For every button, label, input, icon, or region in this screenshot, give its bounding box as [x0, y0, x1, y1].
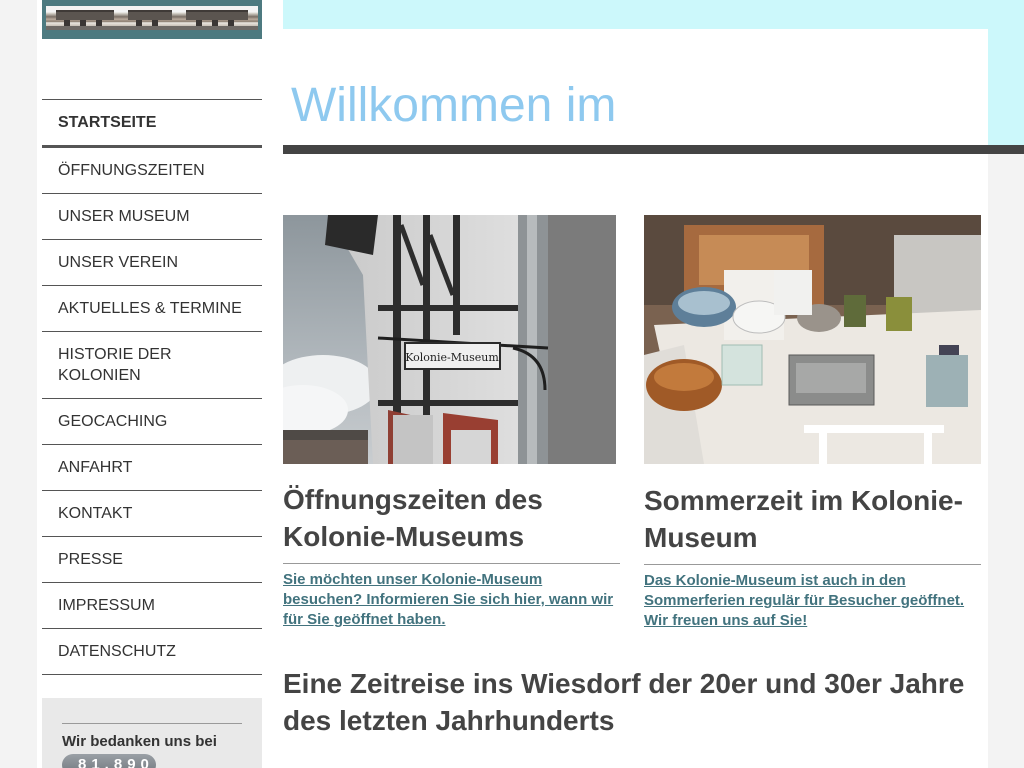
- thanks-text: Wir bedanken uns bei: [62, 733, 217, 750]
- card-summer: Sommerzeit im Kolonie-Museum Das Kolonie…: [644, 215, 981, 631]
- visitor-counter: 81.890: [62, 754, 156, 768]
- museum-building-photo[interactable]: Kolonie-Museum: [283, 215, 616, 464]
- nav-item-historie-der-kolonien[interactable]: HISTORIE DER KOLONIEN: [42, 332, 262, 399]
- sidebar-divider: [62, 723, 242, 724]
- nav-item-oeffnungszeiten[interactable]: ÖFFNUNGSZEITEN: [42, 148, 262, 194]
- nav-item-unser-verein[interactable]: UNSER VEREIN: [42, 240, 262, 286]
- nav-item-impressum[interactable]: IMPRESSUM: [42, 583, 262, 629]
- museum-sign-text: Kolonie-Museum: [405, 351, 499, 364]
- card-link-opening-hours[interactable]: Sie möchten unser Kolonie-Museum besuche…: [283, 570, 620, 630]
- section-title-zeitreise: Eine Zeitreise ins Wiesdorf der 20er und…: [283, 668, 965, 736]
- title-divider: [283, 145, 1024, 154]
- card-title-summer: Sommerzeit im Kolonie-Museum: [644, 482, 981, 565]
- nav-item-presse[interactable]: PRESSE: [42, 537, 262, 583]
- visitor-counter-box: Wir bedanken uns bei 81.890: [42, 698, 262, 768]
- card-title-opening-hours: Öffnungszeiten des Kolonie-Museums: [283, 481, 620, 564]
- main-navigation: STARTSEITE ÖFFNUNGSZEITEN UNSER MUSEUM U…: [42, 99, 262, 675]
- nav-item-aktuelles-termine[interactable]: AKTUELLES & TERMINE: [42, 286, 262, 332]
- page-title: Willkommen im: [291, 79, 617, 132]
- card-opening-hours: Kolonie-Museum Öffnungszeiten des Koloni…: [283, 215, 620, 630]
- card-link-summer[interactable]: Das Kolonie-Museum ist auch in den Somme…: [644, 571, 981, 631]
- site-logo[interactable]: [42, 0, 262, 39]
- nav-item-kontakt[interactable]: KONTAKT: [42, 491, 262, 537]
- nav-item-anfahrt[interactable]: ANFAHRT: [42, 445, 262, 491]
- kitchen-table-photo[interactable]: [644, 215, 981, 464]
- nav-item-startseite[interactable]: STARTSEITE: [42, 100, 262, 148]
- nav-item-unser-museum[interactable]: UNSER MUSEUM: [42, 194, 262, 240]
- left-gutter: [0, 0, 37, 768]
- nav-item-datenschutz[interactable]: DATENSCHUTZ: [42, 629, 262, 675]
- header-band-right: [988, 29, 1024, 145]
- nav-item-geocaching[interactable]: GEOCACHING: [42, 399, 262, 445]
- header-band: [283, 0, 1024, 29]
- logo-houses-image: [46, 6, 258, 30]
